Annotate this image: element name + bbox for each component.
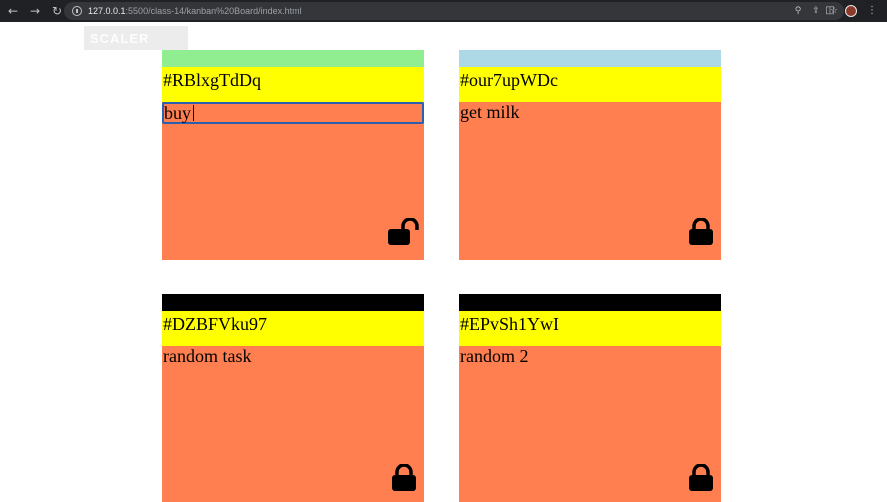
address-bar[interactable]: 127.0.0.1 :5500/class-14/kanban%20Board/… [64,2,844,20]
ticket-color-strip[interactable] [459,294,721,311]
ticket-id: #RBlxgTdDq [162,67,424,102]
browser-toolbar: ← → ↻ 127.0.0.1 :5500/class-14/kanban%20… [0,0,887,22]
text-caret [193,105,194,121]
ticket-card: #our7upWDc get milk [459,50,721,260]
side-panel-icon[interactable]: ◫ [823,4,837,18]
task-text: random 2 [460,346,529,366]
url-host: 127.0.0.1 [88,6,126,16]
forward-icon[interactable]: → [26,2,44,20]
task-text: get milk [460,102,520,122]
ticket-id: #DZBFVku97 [162,311,424,346]
menu-icon[interactable]: ⋮ [865,4,879,18]
ticket-card: #DZBFVku97 random task [162,294,424,502]
ticket-color-strip[interactable] [162,50,424,67]
lock-icon[interactable] [388,463,420,492]
zoom-icon[interactable]: ⚲ [792,5,804,17]
watermark-text: SCALER [90,30,150,46]
back-icon[interactable]: ← [4,2,22,20]
unlock-icon[interactable] [388,217,420,246]
ticket-card: #RBlxgTdDq buy [162,50,424,260]
task-text: random task [163,346,252,366]
scaler-watermark: SCALER [84,26,188,50]
profile-avatar[interactable] [845,5,857,17]
lock-icon[interactable] [685,217,717,246]
ticket-task-area[interactable]: random task [162,346,424,366]
task-edit-input[interactable]: buy [162,102,424,124]
lock-icon[interactable] [685,463,717,492]
ticket-card: #EPvSh1YwI random 2 [459,294,721,502]
share-icon[interactable]: ⇪ [810,5,822,17]
ticket-color-strip[interactable] [162,294,424,311]
ticket-id: #EPvSh1YwI [459,311,721,346]
url-path: :5500/class-14/kanban%20Board/index.html [125,6,302,16]
site-info-icon[interactable] [72,6,82,16]
ticket-task-area[interactable]: random 2 [459,346,721,366]
ticket-id: #our7upWDc [459,67,721,102]
task-text: buy [164,103,191,123]
ticket-task-area[interactable]: get milk [459,102,721,122]
ticket-color-strip[interactable] [459,50,721,67]
